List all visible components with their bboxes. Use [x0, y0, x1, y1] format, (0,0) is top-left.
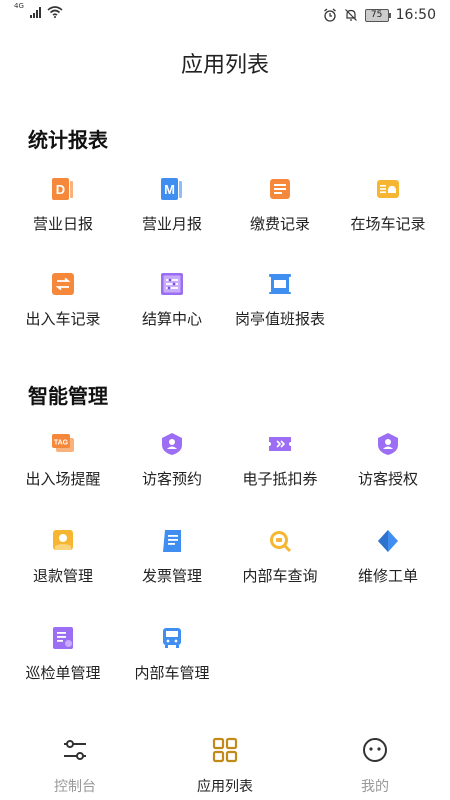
app-label: 访客预约: [141, 470, 202, 488]
app-item-repair-order[interactable]: 维修工单: [332, 529, 444, 609]
battery-icon: 75: [364, 8, 391, 22]
nav-label: 控制台: [54, 779, 96, 795]
app-item-coupon[interactable]: 电子抵扣券: [224, 432, 336, 512]
nav-label: 我的: [361, 779, 389, 795]
section-title-reports: 统计报表: [28, 128, 108, 152]
nav-console[interactable]: 控制台: [0, 728, 150, 800]
app-item-refund[interactable]: 退款管理: [7, 529, 119, 609]
app-label: 内部车管理: [134, 664, 210, 682]
visitor-appointment-icon: [162, 433, 182, 455]
app-label: 岗亭值班报表: [234, 310, 325, 328]
refund-icon: [53, 530, 73, 550]
booth-duty-report-icon: [269, 274, 291, 294]
network-type: 4G: [14, 2, 24, 10]
app-label: 发票管理: [141, 567, 202, 585]
tag-reminder-icon: TAG: [52, 434, 74, 452]
repair-order-icon: [378, 530, 398, 552]
app-label: 退款管理: [32, 567, 93, 585]
nav-mine[interactable]: 我的: [300, 728, 450, 800]
status-bar: 4G 75 16:50: [0, 0, 450, 32]
monthly-report-icon: M: [161, 178, 182, 200]
visitor-authorize-icon: [378, 433, 398, 455]
nav-app-list[interactable]: 应用列表: [150, 728, 300, 800]
coupon-icon: [269, 437, 291, 451]
app-item-settlement[interactable]: 结算中心: [116, 272, 228, 352]
app-label: 缴费记录: [249, 215, 310, 233]
app-item-visitor-authorize[interactable]: 访客授权: [332, 432, 444, 512]
app-item-internal-car-search[interactable]: 内部车查询: [224, 529, 336, 609]
app-label: 在场车记录: [350, 215, 426, 233]
payment-record-icon: [270, 179, 290, 199]
app-label: 结算中心: [141, 310, 202, 328]
app-item-inspection[interactable]: 巡检单管理: [7, 626, 119, 706]
app-label: 维修工单: [357, 567, 418, 585]
app-label: 访客授权: [357, 470, 418, 488]
app-item-parked-car-record[interactable]: 在场车记录: [332, 177, 444, 257]
app-item-entry-exit-record[interactable]: 出入车记录: [7, 272, 119, 352]
app-label: 出入车记录: [25, 310, 101, 328]
inspection-icon: [53, 627, 73, 649]
app-label: 营业日报: [32, 215, 93, 233]
entry-exit-record-icon: [52, 273, 74, 295]
nav-label: 应用列表: [197, 779, 253, 795]
parked-car-record-icon: [377, 180, 399, 198]
signal-icon: [29, 6, 41, 18]
bottom-nav: 控制台 应用列表 我的: [0, 728, 450, 800]
mute-bell-icon: [344, 9, 357, 21]
invoice-icon: [163, 530, 181, 552]
app-item-invoice[interactable]: 发票管理: [116, 529, 228, 609]
status-time: 16:50: [395, 7, 436, 23]
internal-car-manage-icon: [163, 628, 181, 648]
app-item-tag-reminder[interactable]: TAG 出入场提醒: [7, 432, 119, 512]
svg-text:M: M: [164, 182, 175, 197]
wifi-icon: [47, 6, 63, 18]
svg-text:TAG: TAG: [54, 440, 69, 447]
svg-text:D: D: [56, 182, 65, 197]
sliders-icon: [64, 740, 86, 760]
app-label: 出入场提醒: [25, 470, 101, 488]
grid-icon: [212, 737, 238, 763]
app-item-daily-report[interactable]: D 营业日报: [7, 177, 119, 257]
app-item-visitor-appointment[interactable]: 访客预约: [116, 432, 228, 512]
app-item-payment-record[interactable]: 缴费记录: [224, 177, 336, 257]
app-item-booth-duty-report[interactable]: 岗亭值班报表: [224, 272, 336, 352]
app-label: 巡检单管理: [25, 664, 101, 682]
page-title: 应用列表: [180, 53, 269, 78]
app-item-internal-car-manage[interactable]: 内部车管理: [116, 626, 228, 706]
app-label: 营业月报: [141, 215, 202, 233]
app-label: 电子抵扣券: [242, 470, 318, 488]
section-title-management: 智能管理: [28, 384, 108, 408]
settlement-icon: [161, 273, 183, 295]
smiley-icon: [363, 738, 387, 762]
alarm-icon: [323, 8, 336, 22]
app-label: 内部车查询: [242, 567, 318, 585]
app-item-monthly-report[interactable]: M 营业月报: [116, 177, 228, 257]
daily-report-icon: D: [52, 178, 73, 200]
internal-car-search-icon: [270, 531, 292, 553]
